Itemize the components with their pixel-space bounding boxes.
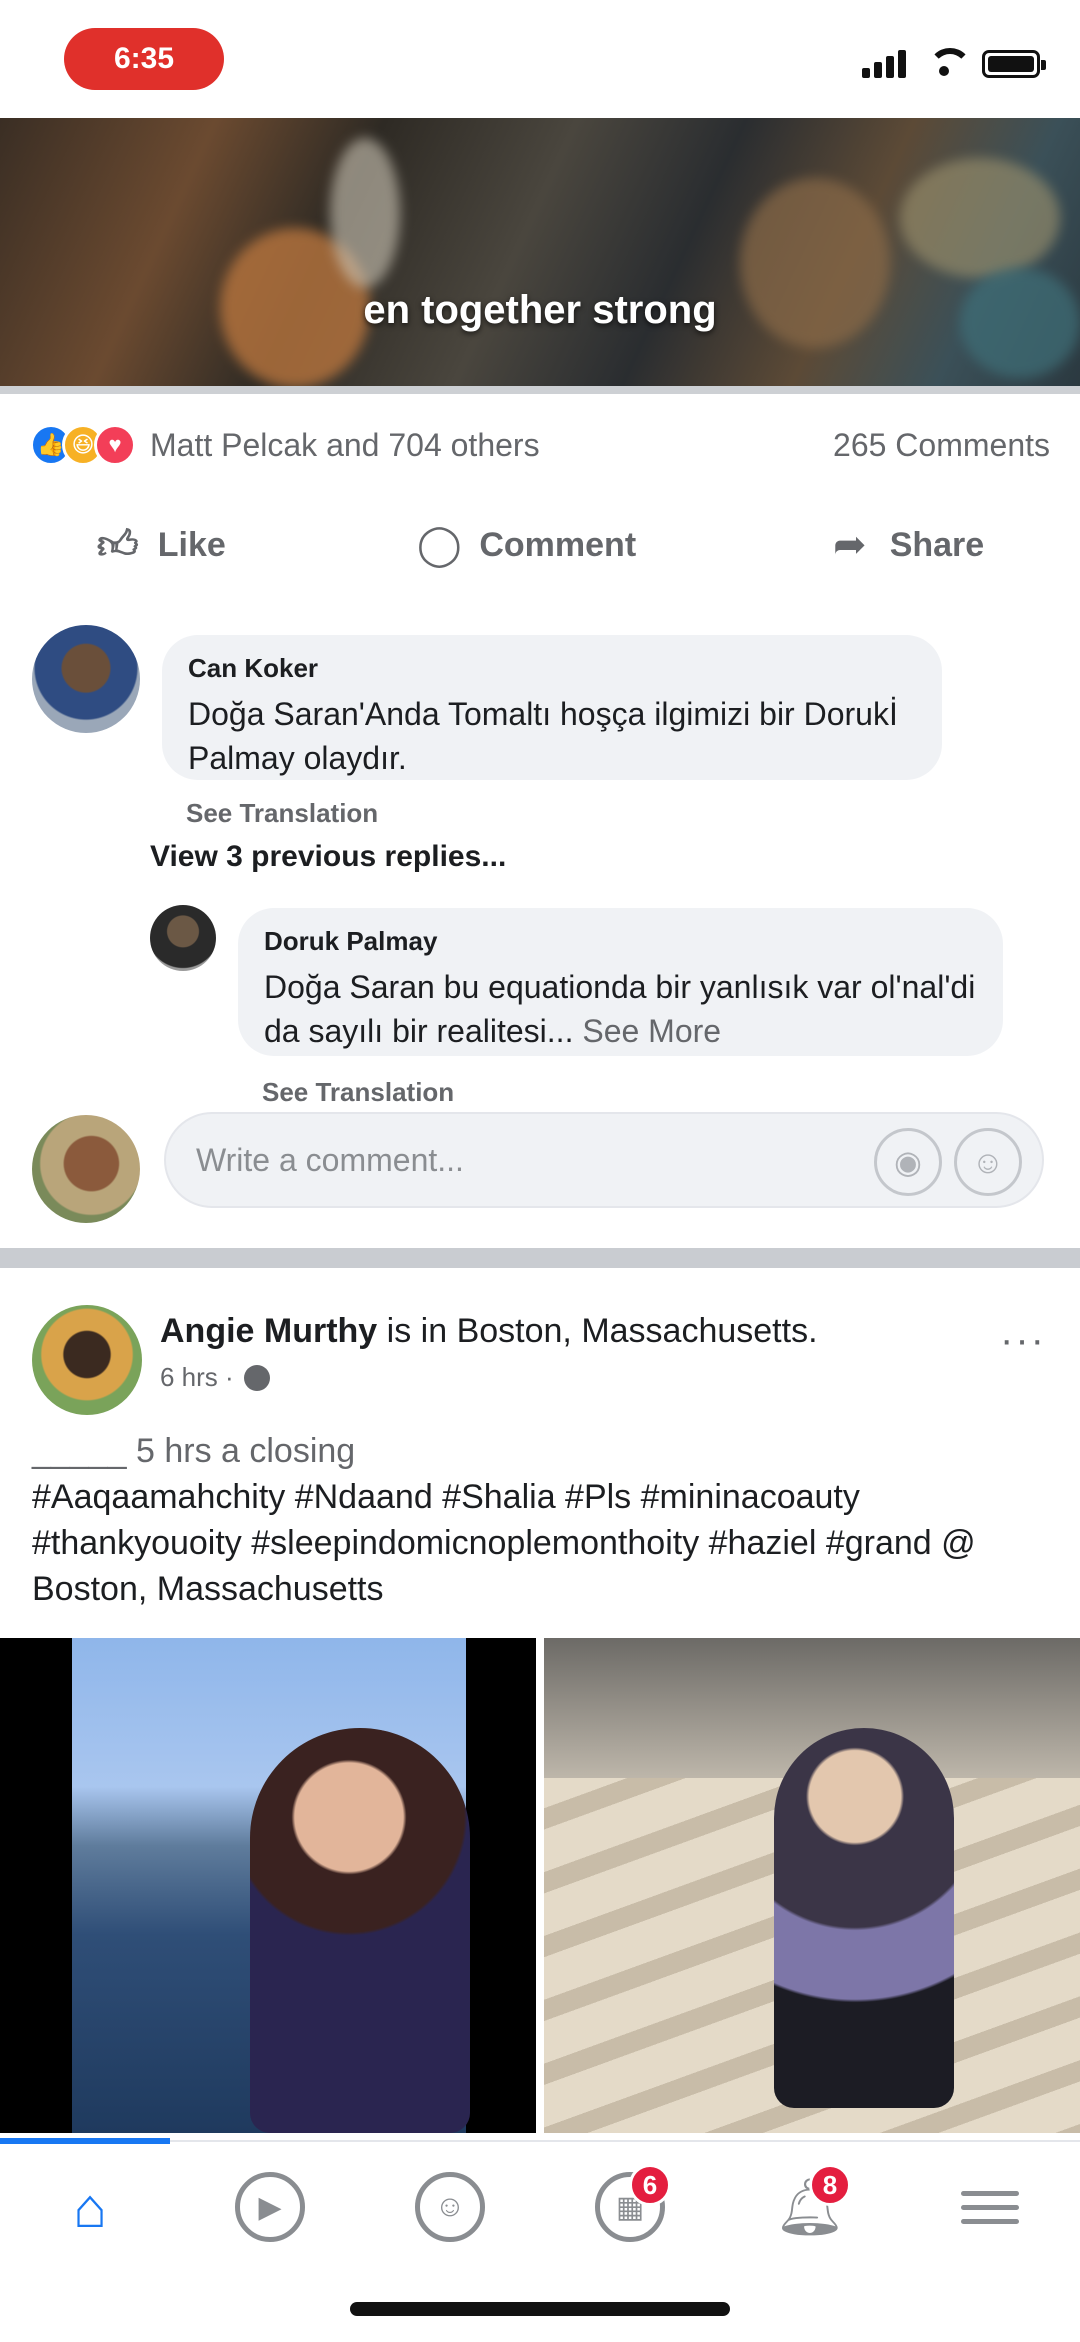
post-text-line1: _____ 5 hrs a closing	[32, 1432, 356, 1470]
tab-notifications[interactable]: 🔔︎ 8	[765, 2162, 855, 2252]
reactions-text: Matt Pelcak and 704 others	[150, 426, 540, 463]
reply-author-avatar[interactable]	[150, 905, 216, 971]
love-icon: ♥	[94, 424, 136, 466]
image-progress-divider	[0, 386, 1080, 394]
comment-label: Comment	[479, 525, 637, 564]
write-comment-input[interactable]: Write a comment... ◉ ☺	[164, 1112, 1044, 1208]
comments-count[interactable]: 265 Comments	[833, 427, 1050, 464]
groups-icon: ☺	[415, 2172, 485, 2242]
comment-bubble-icon: ◯	[416, 523, 462, 567]
post-author-name[interactable]: Angie Murthy	[160, 1312, 377, 1350]
share-arrow-icon: ➦	[832, 523, 867, 567]
home-indicator[interactable]	[350, 2302, 730, 2316]
reaction-icons: 👍 😆 ♥	[30, 424, 136, 466]
post-text: _____ 5 hrs a closing #Aaqaamahchity #Nd…	[32, 1428, 1052, 1612]
reply-author[interactable]: Doruk Palmay	[264, 926, 977, 957]
status-bar: 6:35	[0, 0, 1080, 118]
post-author-line[interactable]: Angie Murthy is in Boston, Massachusetts…	[160, 1312, 818, 1351]
hamburger-menu-icon	[961, 2182, 1019, 2233]
like-button[interactable]: 👍︎ Like	[96, 523, 226, 567]
comment-author[interactable]: Can Koker	[188, 653, 916, 684]
see-more-link[interactable]: See More	[582, 1013, 721, 1049]
reactions-summary[interactable]: 👍 😆 ♥ Matt Pelcak and 704 others	[30, 424, 540, 466]
battery-icon	[982, 50, 1046, 78]
emoji-icon[interactable]: ☺	[954, 1128, 1022, 1196]
post-image[interactable]: en together strong	[0, 118, 1080, 386]
photo-2-person	[774, 1728, 954, 2108]
post-meta: 6 hrs ·	[160, 1362, 270, 1393]
like-label: Like	[157, 525, 226, 564]
thumbs-up-icon: 👍︎	[96, 523, 139, 567]
home-icon: ⌂	[73, 2175, 107, 2239]
reply-bubble[interactable]: Doruk Palmay Doğa Saran bu equationda bi…	[238, 908, 1003, 1056]
photo-1-person	[250, 1728, 470, 2133]
tab-menu[interactable]	[945, 2162, 1035, 2252]
notifications-badge: 8	[809, 2164, 851, 2206]
tab-groups[interactable]: ☺	[405, 2162, 495, 2252]
globe-icon	[243, 1364, 270, 1391]
wifi-icon	[924, 48, 972, 78]
comment-bubble[interactable]: Can Koker Doğa Saran'Anda Tomaltı hoşça …	[162, 635, 942, 780]
comment-author-avatar[interactable]	[32, 625, 140, 733]
marketplace-badge: 6	[629, 2164, 671, 2206]
active-tab-indicator	[0, 2138, 170, 2144]
reply-text: Doğa Saran bu equationda bir yanlısık va…	[264, 965, 977, 1053]
post-time[interactable]: 6 hrs ·	[160, 1362, 234, 1393]
feed-separator	[0, 1248, 1080, 1268]
post-text-body: #Aaqaamahchity #Ndaand #Shalia #Pls #min…	[32, 1478, 976, 1608]
view-previous-replies-link[interactable]: View 3 previous replies...	[150, 840, 506, 874]
write-comment-placeholder: Write a comment...	[196, 1141, 464, 1178]
post-photo-1[interactable]	[0, 1638, 536, 2133]
post-location-phrase: is in Boston, Massachusetts.	[377, 1312, 818, 1350]
tab-home[interactable]: ⌂	[45, 2162, 135, 2252]
more-options-icon[interactable]: ···	[1000, 1318, 1046, 1363]
reactions-row: 👍 😆 ♥ Matt Pelcak and 704 others 265 Com…	[30, 420, 1050, 470]
see-translation-link[interactable]: See Translation	[186, 798, 378, 829]
share-button[interactable]: ➦ Share	[828, 523, 985, 567]
watch-icon: ▶	[235, 2172, 305, 2242]
status-time-pill[interactable]: 6:35	[64, 28, 224, 90]
status-icons	[862, 48, 1046, 78]
share-label: Share	[889, 525, 985, 564]
tab-marketplace[interactable]: ▦ 6	[585, 2162, 675, 2252]
current-user-avatar	[32, 1115, 140, 1223]
tab-watch[interactable]: ▶	[225, 2162, 315, 2252]
reply-see-translation-link[interactable]: See Translation	[262, 1077, 454, 1108]
camera-icon[interactable]: ◉	[874, 1128, 942, 1196]
cellular-signal-icon	[862, 50, 906, 78]
comment-text: Doğa Saran'Anda Tomaltı hoşça ilgimizi b…	[188, 696, 898, 776]
post-photo-2[interactable]	[544, 1638, 1080, 2133]
image-caption: en together strong	[363, 288, 717, 332]
post-actions: 👍︎ Like ◯ Comment ➦ Share	[0, 500, 1080, 590]
post-author-avatar[interactable]	[32, 1305, 142, 1415]
comment-button[interactable]: ◯ Comment	[417, 523, 636, 567]
